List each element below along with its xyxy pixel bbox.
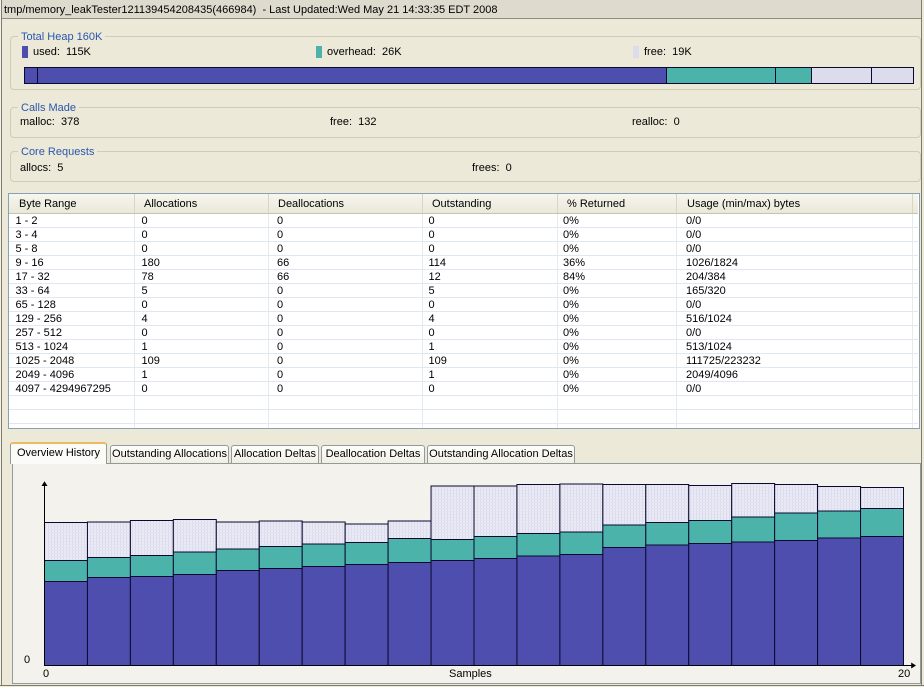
svg-text:0: 0 [43,668,49,680]
svg-text:Samples: Samples [449,668,492,680]
svg-text:0: 0 [24,654,30,666]
svg-text:20: 20 [898,668,910,680]
